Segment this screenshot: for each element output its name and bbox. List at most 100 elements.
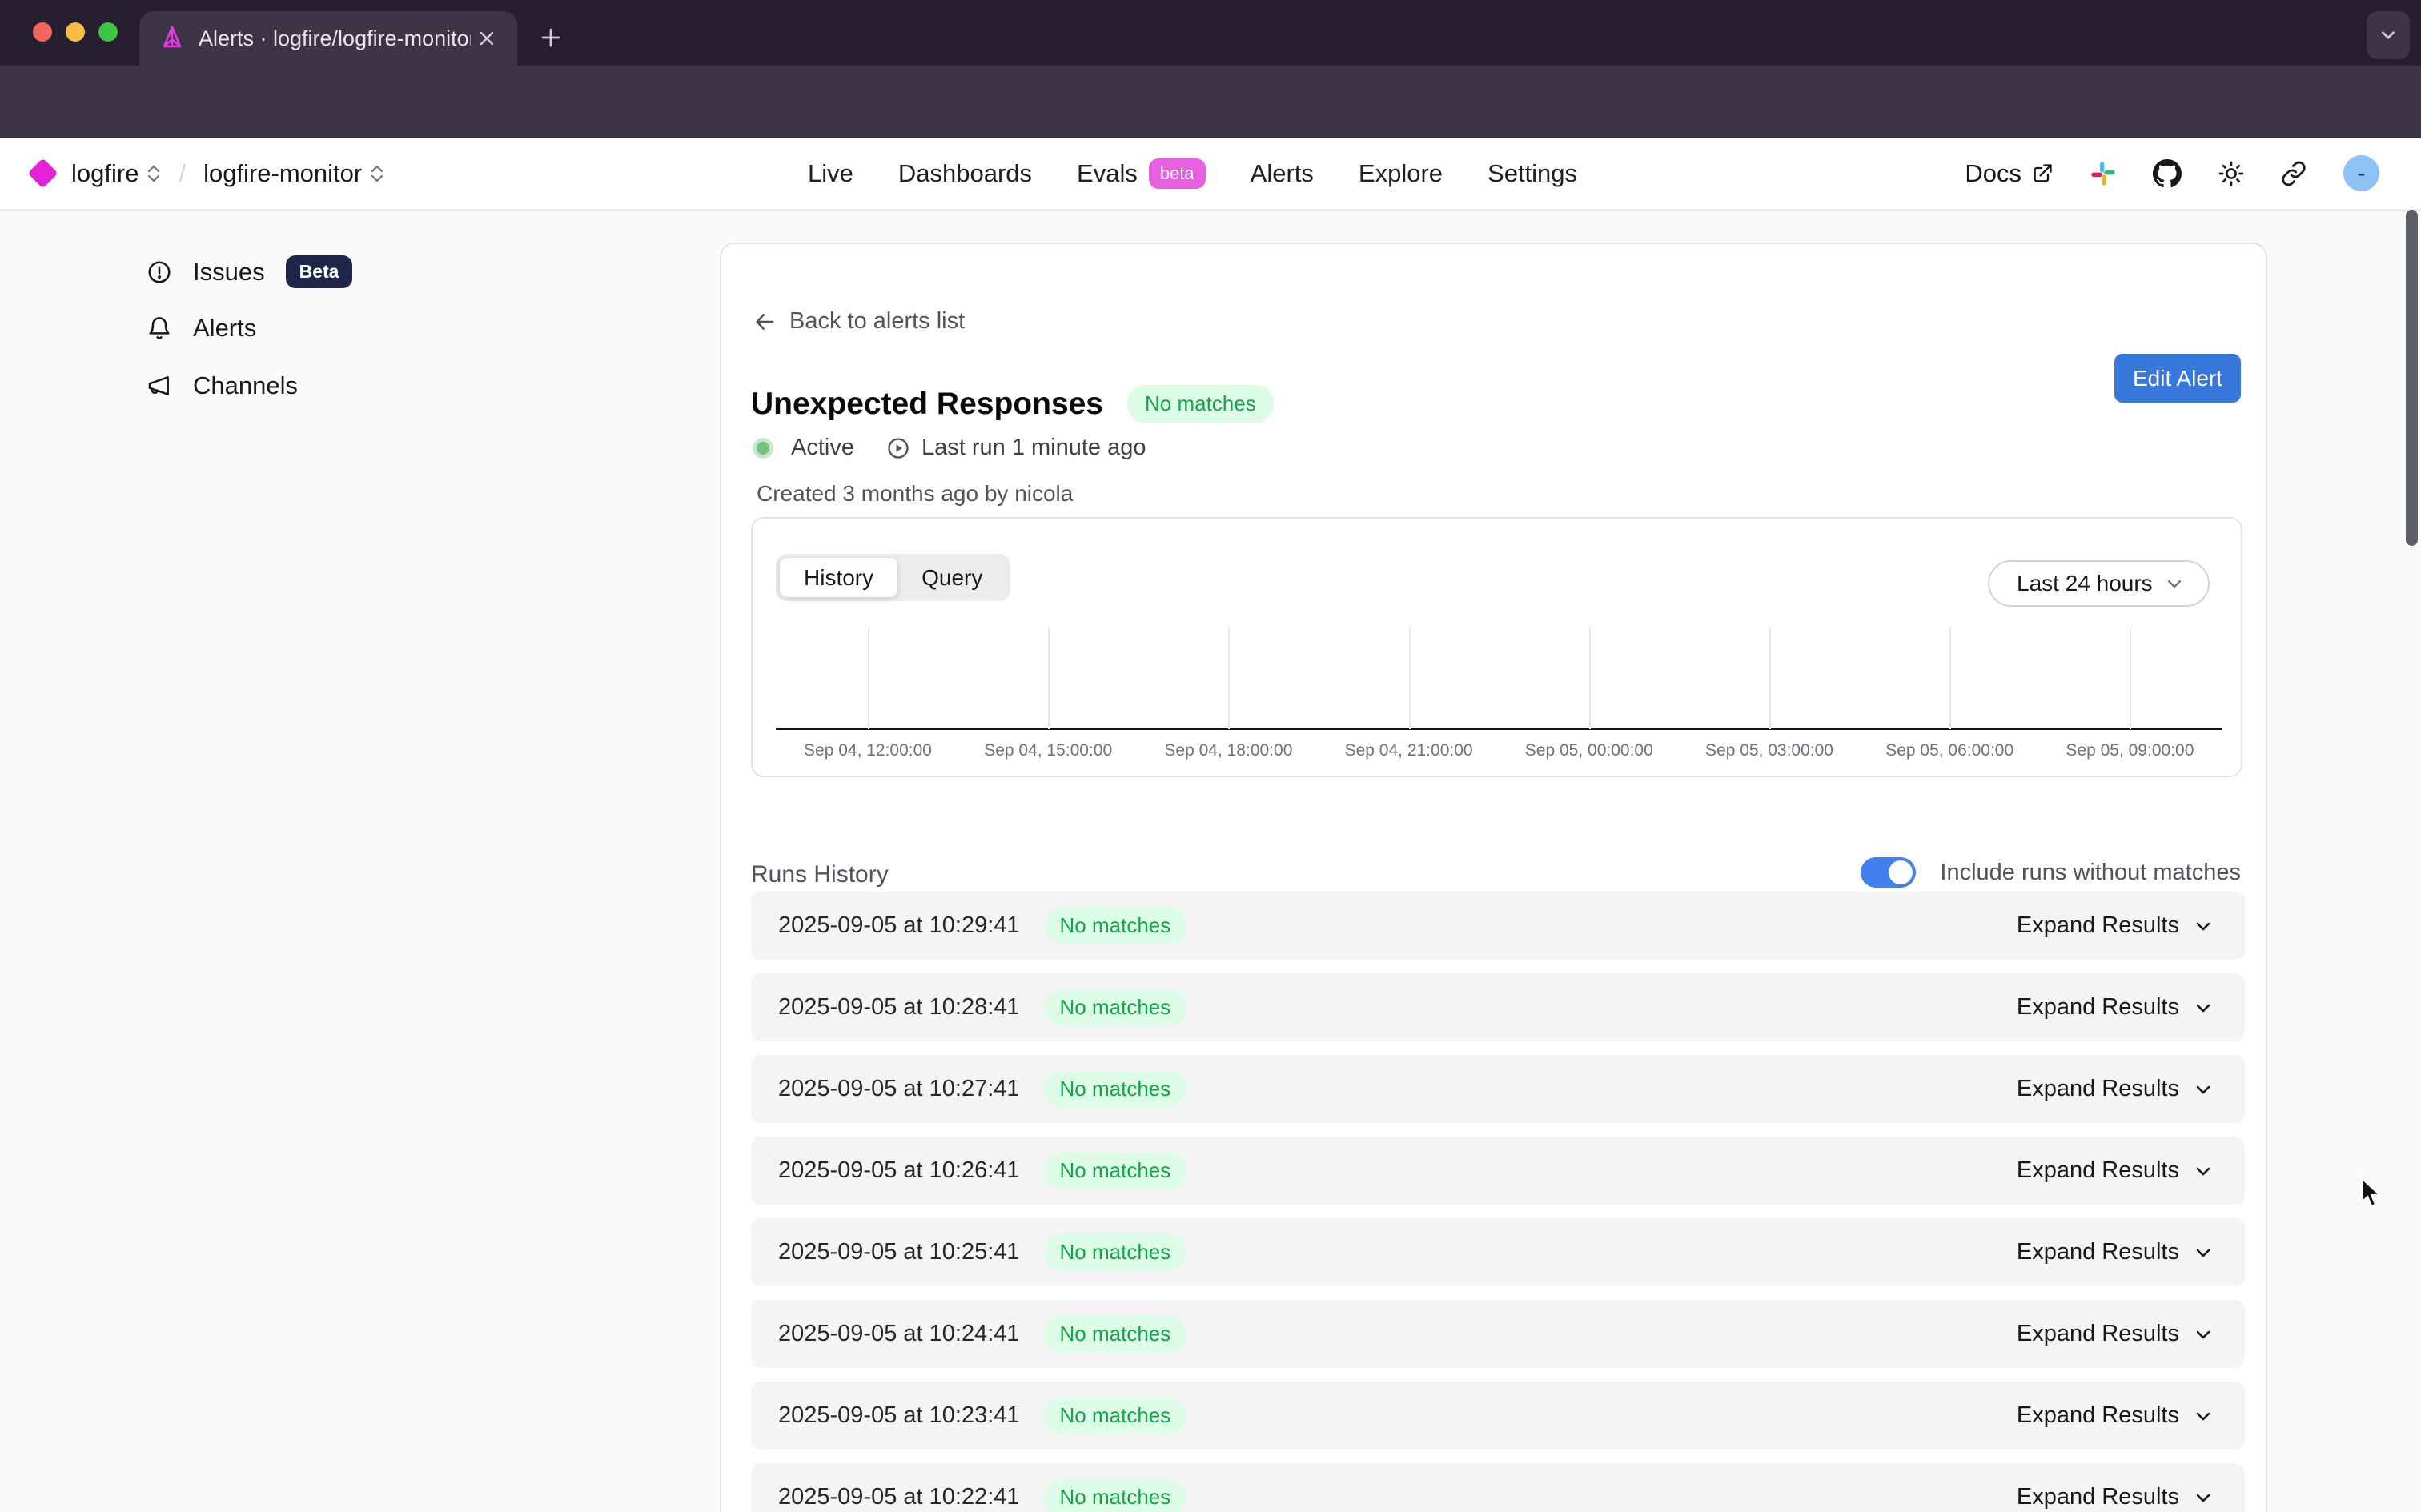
user-avatar[interactable]: - bbox=[2343, 155, 2379, 191]
app-header: logfire / logfire-monitor Live Dashboard… bbox=[0, 138, 2421, 211]
main-nav: Live Dashboards Evalsbeta Alerts Explore… bbox=[808, 138, 1577, 209]
run-timestamp: 2025-09-05 at 10:28:41 bbox=[778, 994, 1020, 1021]
nav-evals[interactable]: Evalsbeta bbox=[1077, 158, 1206, 189]
bell-icon bbox=[147, 315, 172, 341]
chart-gridline bbox=[868, 627, 869, 729]
nav-settings[interactable]: Settings bbox=[1488, 159, 1577, 188]
chevron-updown-icon bbox=[370, 165, 384, 182]
chevron-down-icon bbox=[2192, 1078, 2214, 1101]
expand-results-button[interactable]: Expand Results bbox=[2017, 1076, 2214, 1102]
chevron-down-icon bbox=[2192, 997, 2214, 1019]
close-tab-icon[interactable] bbox=[471, 22, 503, 54]
back-to-alerts-link[interactable]: Back to alerts list bbox=[753, 308, 965, 335]
chart-axis-tick-label: Sep 04, 21:00:00 bbox=[1345, 741, 1473, 760]
sidebar-item-channels[interactable]: Channels bbox=[147, 371, 298, 400]
external-link-icon bbox=[2031, 162, 2054, 185]
no-matches-badge: No matches bbox=[1044, 1479, 1187, 1512]
sidebar-item-issues[interactable]: Issues Beta bbox=[147, 255, 352, 288]
chevron-down-icon bbox=[2163, 572, 2186, 595]
slack-icon[interactable] bbox=[2090, 161, 2116, 186]
chevron-updown-icon bbox=[147, 165, 161, 182]
nav-alerts[interactable]: Alerts bbox=[1251, 159, 1314, 188]
browser-window: Alerts · logfire/logfire-monitor logfire… bbox=[0, 0, 2421, 1512]
new-tab-button[interactable] bbox=[532, 18, 570, 57]
chart-axis-tick-label: Sep 04, 12:00:00 bbox=[804, 741, 932, 760]
no-matches-badge: No matches bbox=[1044, 1398, 1187, 1434]
close-window-button[interactable] bbox=[33, 22, 52, 42]
minimize-window-button[interactable] bbox=[66, 22, 85, 42]
browser-toolbar: logfire-us.pydantic.dev/logfire/logfire-… bbox=[0, 66, 2421, 138]
run-row: 2025-09-05 at 10:28:41 No matches Expand… bbox=[751, 973, 2245, 1041]
github-icon[interactable] bbox=[2153, 159, 2182, 188]
edit-alert-button[interactable]: Edit Alert bbox=[2114, 354, 2241, 403]
chart-gridline bbox=[1228, 627, 1230, 729]
issues-beta-badge: Beta bbox=[286, 255, 353, 288]
run-row: 2025-09-05 at 10:29:41 No matches Expand… bbox=[751, 892, 2245, 960]
page-title: Unexpected Responses bbox=[751, 387, 1103, 422]
expand-results-button[interactable]: Expand Results bbox=[2017, 912, 2214, 939]
breadcrumb: logfire / logfire-monitor bbox=[32, 138, 384, 209]
alert-detail-panel: Back to alerts list Unexpected Responses… bbox=[720, 243, 2267, 1512]
logfire-logo-icon bbox=[27, 158, 58, 188]
run-timestamp: 2025-09-05 at 10:27:41 bbox=[778, 1076, 1020, 1102]
time-range-select[interactable]: Last 24 hours bbox=[1988, 560, 2210, 607]
created-by-text: Created 3 months ago by nicola bbox=[757, 481, 1073, 507]
evals-beta-badge: beta bbox=[1149, 158, 1206, 189]
chevron-down-icon bbox=[2192, 1323, 2214, 1346]
project-selector[interactable]: logfire-monitor bbox=[203, 159, 384, 188]
status-text: Active bbox=[791, 435, 854, 461]
expand-results-button[interactable]: Expand Results bbox=[2017, 1239, 2214, 1265]
chart-axis-tick-label: Sep 05, 00:00:00 bbox=[1525, 741, 1653, 760]
page-scrollbar[interactable] bbox=[2406, 210, 2418, 546]
run-timestamp: 2025-09-05 at 10:23:41 bbox=[778, 1402, 1020, 1429]
expand-results-button[interactable]: Expand Results bbox=[2017, 994, 2214, 1021]
run-timestamp: 2025-09-05 at 10:29:41 bbox=[778, 912, 1020, 939]
tab-history[interactable]: History bbox=[780, 558, 897, 597]
run-row: 2025-09-05 at 10:27:41 No matches Expand… bbox=[751, 1055, 2245, 1123]
no-matches-badge: No matches bbox=[1044, 989, 1187, 1025]
expand-results-button[interactable]: Expand Results bbox=[2017, 1157, 2214, 1184]
active-status-dot bbox=[753, 438, 773, 459]
sidebar-item-label: Alerts bbox=[193, 314, 256, 343]
expand-results-button[interactable]: Expand Results bbox=[2017, 1402, 2214, 1429]
run-row: 2025-09-05 at 10:22:41 No matches Expand… bbox=[751, 1463, 2245, 1512]
favicon-logfire-icon bbox=[159, 25, 186, 52]
chart-axis-tick-label: Sep 04, 18:00:00 bbox=[1164, 741, 1292, 760]
last-run-text: Last run 1 minute ago bbox=[921, 435, 1146, 461]
tab-search-button[interactable] bbox=[2367, 11, 2410, 59]
last-run: Last run 1 minute ago bbox=[886, 435, 1146, 461]
no-matches-badge: No matches bbox=[1044, 908, 1187, 944]
run-timestamp: 2025-09-05 at 10:22:41 bbox=[778, 1484, 1020, 1510]
chevron-down-icon bbox=[2192, 1405, 2214, 1427]
mouse-cursor bbox=[2359, 1177, 2387, 1209]
no-matches-badge: No matches bbox=[1044, 1071, 1187, 1107]
expand-results-button[interactable]: Expand Results bbox=[2017, 1321, 2214, 1347]
tab-query[interactable]: Query bbox=[897, 558, 1006, 597]
nav-dashboards[interactable]: Dashboards bbox=[898, 159, 1032, 188]
sidebar-item-alerts[interactable]: Alerts bbox=[147, 314, 256, 343]
org-name: logfire bbox=[71, 159, 139, 188]
chart-x-axis bbox=[776, 728, 2222, 730]
alert-status-row: Active Last run 1 minute ago bbox=[753, 435, 1146, 461]
chart-gridline bbox=[1949, 627, 1951, 729]
org-selector[interactable]: logfire bbox=[71, 159, 161, 188]
theme-sun-icon[interactable] bbox=[2218, 161, 2244, 186]
history-chart-card: History Query Last 24 hours Sep 04, 12:0… bbox=[751, 517, 2242, 777]
zoom-window-button[interactable] bbox=[98, 22, 118, 42]
run-row: 2025-09-05 at 10:25:41 No matches Expand… bbox=[751, 1218, 2245, 1286]
nav-live[interactable]: Live bbox=[808, 159, 853, 188]
nav-explore[interactable]: Explore bbox=[1359, 159, 1443, 188]
browser-tab[interactable]: Alerts · logfire/logfire-monitor bbox=[139, 11, 517, 66]
chart-axis-tick-label: Sep 04, 15:00:00 bbox=[984, 741, 1112, 760]
run-timestamp: 2025-09-05 at 10:24:41 bbox=[778, 1321, 1020, 1347]
docs-link[interactable]: Docs bbox=[1965, 159, 2054, 188]
chevron-down-icon bbox=[2192, 1160, 2214, 1182]
breadcrumb-separator: / bbox=[179, 159, 186, 188]
header-actions: Docs - bbox=[1965, 138, 2379, 209]
run-timestamp: 2025-09-05 at 10:25:41 bbox=[778, 1239, 1020, 1265]
expand-results-button[interactable]: Expand Results bbox=[2017, 1484, 2214, 1510]
share-link-icon[interactable] bbox=[2281, 161, 2307, 186]
run-timestamp: 2025-09-05 at 10:26:41 bbox=[778, 1157, 1020, 1184]
no-matches-badge: No matches bbox=[1044, 1153, 1187, 1189]
arrow-left-icon bbox=[753, 310, 777, 334]
